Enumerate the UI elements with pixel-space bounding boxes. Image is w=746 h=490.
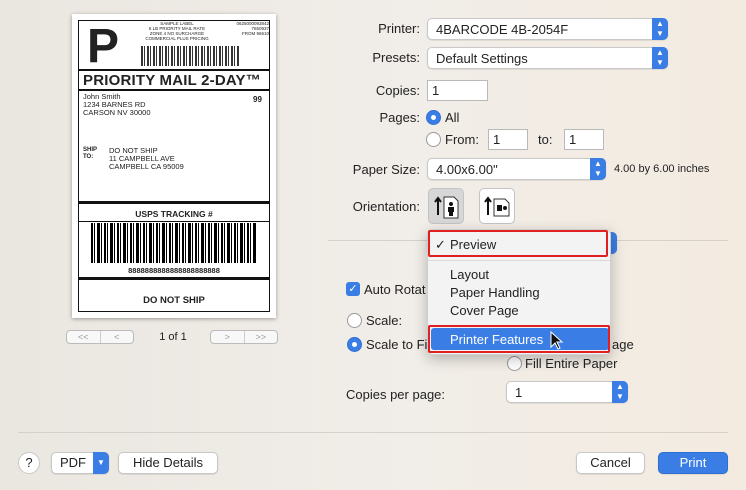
copies-value: 1 bbox=[432, 83, 440, 98]
chevron-updown-icon: ▲▼ bbox=[590, 158, 606, 180]
menu-item-paper-handling[interactable]: Paper Handling bbox=[450, 285, 540, 300]
menu-item-cover-page[interactable]: Cover Page bbox=[450, 303, 519, 318]
print-button[interactable]: Print bbox=[658, 452, 728, 474]
paper-size-description: 4.00 by 6.00 inches bbox=[614, 163, 710, 175]
copies-per-page-popup[interactable]: 1 ▲ ▼ bbox=[506, 381, 628, 403]
pages-label: Pages: bbox=[379, 110, 420, 125]
printer-label: Printer: bbox=[378, 21, 420, 36]
next-page-button[interactable]: > bbox=[211, 331, 244, 343]
sender-address: John Smith 1234 BARNES RD CARSON NV 3000… bbox=[83, 92, 151, 117]
scale-to-fit-radio[interactable] bbox=[347, 337, 362, 352]
page-nav-forward-group: > >> bbox=[210, 330, 278, 344]
scale-to-fit-label: Scale to Fi bbox=[366, 337, 428, 352]
presets-value: Default Settings bbox=[436, 51, 528, 66]
tracking-label: USPS TRACKING # bbox=[135, 209, 213, 219]
paper-size-label: Paper Size: bbox=[352, 162, 420, 177]
landscape-person-icon bbox=[484, 196, 510, 217]
chevron-updown-icon: ▲▼ bbox=[612, 381, 628, 403]
sample-label-text: SAMPLE LABEL 6 LB PRIORITY MAIL RATE ZON… bbox=[145, 21, 209, 41]
highlight-box-preview bbox=[428, 230, 608, 257]
last-page-button[interactable]: >> bbox=[243, 331, 278, 343]
copies-label: Copies: bbox=[375, 83, 420, 98]
orientation-portrait-button[interactable] bbox=[428, 188, 464, 224]
label-footer-text: DO NOT SHIP bbox=[143, 295, 205, 306]
previous-page-button[interactable]: < bbox=[99, 331, 134, 343]
chevron-updown-icon: ▲▼ bbox=[652, 18, 668, 40]
tracking-barcode-image bbox=[91, 223, 257, 263]
pages-to-label: to: bbox=[538, 132, 553, 147]
menu-separator bbox=[428, 260, 610, 261]
page-nav-back-group: << < bbox=[66, 330, 134, 344]
printer-value: 4BARCODE 4B-2054F bbox=[436, 22, 569, 37]
scale-radio[interactable] bbox=[347, 313, 362, 328]
2d-barcode-image bbox=[141, 46, 239, 66]
first-page-button[interactable]: << bbox=[67, 331, 100, 343]
orientation-label: Orientation: bbox=[352, 199, 420, 214]
service-title: PRIORITY MAIL 2-DAY™ bbox=[83, 72, 261, 89]
page-indicator: 1 of 1 bbox=[159, 331, 187, 343]
copies-per-page-value: 1 bbox=[515, 385, 523, 400]
pages-all-radio[interactable] bbox=[426, 110, 441, 125]
mouse-pointer-icon bbox=[550, 331, 564, 350]
printer-popup[interactable]: 4BARCODE 4B-2054F ▲ ▼ bbox=[427, 18, 668, 40]
paper-size-popup[interactable]: 4.00x6.00" ▲ ▼ bbox=[427, 158, 606, 180]
service-letter: P bbox=[87, 20, 120, 73]
recipient-address: DO NOT SHIP 11 CAMPBELL AVE CAMPBELL CA … bbox=[109, 146, 184, 171]
pages-to-value: 1 bbox=[569, 132, 577, 147]
pages-from-label: From: bbox=[445, 132, 479, 147]
presets-label: Presets: bbox=[372, 50, 420, 65]
cancel-button[interactable]: Cancel bbox=[576, 452, 645, 474]
pdf-menu-button[interactable]: PDF ▼ bbox=[51, 452, 109, 474]
presets-popup[interactable]: Default Settings ▲ ▼ bbox=[427, 47, 668, 69]
paper-size-value: 4.00x6.00" bbox=[436, 162, 498, 177]
tracking-number: 8888888888888888888888 bbox=[128, 266, 220, 275]
fill-entire-paper-label: Fill Entire Paper bbox=[525, 356, 618, 371]
zone-code: 99 bbox=[253, 95, 262, 104]
fill-entire-paper-radio[interactable] bbox=[507, 356, 522, 371]
chevron-down-icon: ▼ bbox=[93, 452, 109, 474]
pages-all-label: All bbox=[445, 110, 460, 125]
copies-field[interactable]: 1 bbox=[427, 80, 488, 101]
print-entire-image-label-suffix: age bbox=[612, 337, 634, 352]
auto-rotate-label: Auto Rotat bbox=[364, 282, 426, 297]
label-preview: P SAMPLE LABEL 6 LB PRIORITY MAIL RATE Z… bbox=[72, 14, 276, 318]
footer-divider bbox=[18, 432, 728, 433]
postage-code-text: 0625000093842 7650937 FROM 96610 bbox=[236, 21, 269, 36]
copies-per-page-label: Copies per page: bbox=[346, 387, 446, 402]
scale-label: Scale: bbox=[366, 313, 403, 328]
portrait-person-icon bbox=[434, 196, 459, 219]
pages-from-field[interactable]: 1 bbox=[488, 129, 528, 150]
highlight-box-printer-features bbox=[428, 325, 610, 353]
pages-from-radio[interactable] bbox=[426, 132, 441, 147]
pdf-label: PDF bbox=[60, 455, 86, 470]
ship-to-label: SHIP TO: bbox=[83, 147, 98, 160]
pages-to-field[interactable]: 1 bbox=[564, 129, 604, 150]
help-button[interactable]: ? bbox=[18, 452, 40, 474]
chevron-updown-icon: ▲▼ bbox=[652, 47, 668, 69]
auto-rotate-checkbox[interactable]: ✓ bbox=[346, 282, 360, 296]
orientation-landscape-button[interactable] bbox=[479, 188, 515, 224]
menu-item-layout[interactable]: Layout bbox=[450, 267, 489, 282]
hide-details-button[interactable]: Hide Details bbox=[118, 452, 218, 474]
pages-from-value: 1 bbox=[493, 132, 501, 147]
